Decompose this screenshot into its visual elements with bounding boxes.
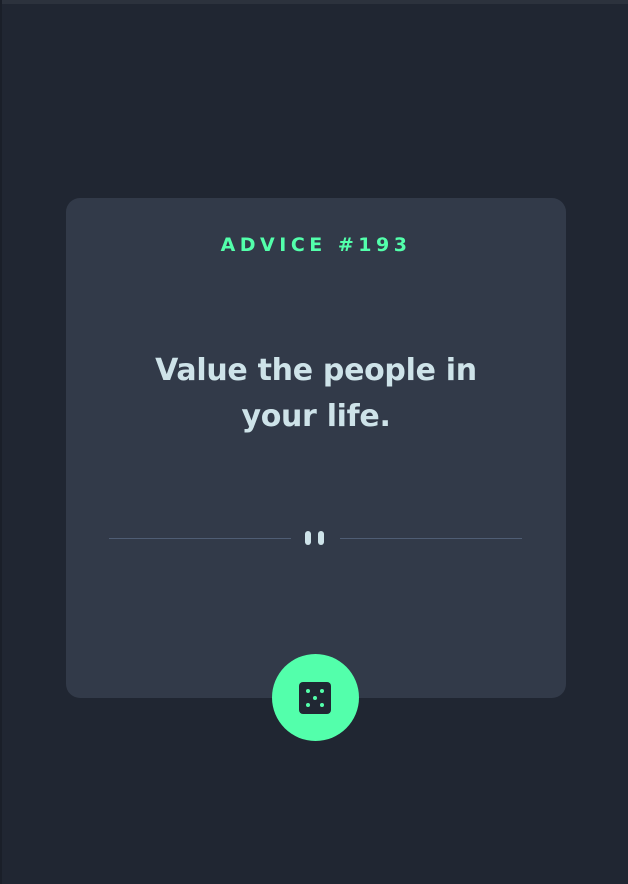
top-strip	[0, 0, 628, 4]
pause-bar	[305, 531, 311, 545]
left-edge	[0, 0, 2, 884]
divider	[109, 528, 522, 548]
divider-line-right	[340, 538, 522, 539]
dice-icon	[299, 682, 331, 714]
advice-id: ADVICE #193	[220, 234, 412, 256]
advice-text: Value the people in your life.	[155, 353, 477, 434]
dice-button[interactable]	[272, 654, 359, 741]
divider-line-left	[109, 538, 291, 539]
advice-card: ADVICE #193 Value the people in your lif…	[66, 198, 566, 698]
pause-icon	[305, 531, 327, 545]
pause-bar	[318, 531, 324, 545]
